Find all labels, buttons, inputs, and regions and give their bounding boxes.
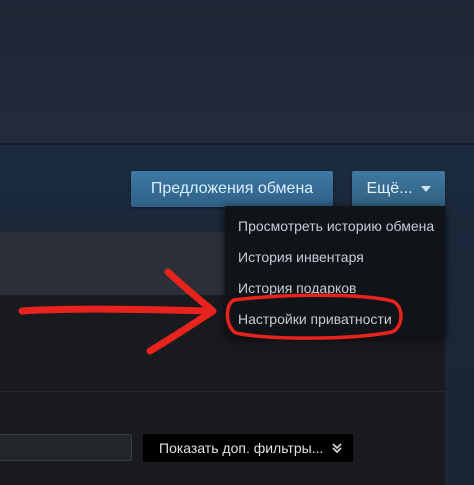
more-menu-label: Ещё... <box>366 180 413 197</box>
profile-header-band <box>0 0 474 145</box>
more-dropdown-menu: Просмотреть историю обмена История инвен… <box>225 206 445 337</box>
menu-item-label: Настройки приватности <box>238 310 392 327</box>
double-chevron-down-icon <box>331 442 343 454</box>
menu-item-trade-history[interactable]: Просмотреть историю обмена <box>225 210 445 241</box>
trade-offers-label: Предложения обмена <box>150 180 314 197</box>
menu-item-label: Просмотреть историю обмена <box>238 217 435 234</box>
menu-item-label: История подарков <box>238 279 357 296</box>
show-more-filters-button[interactable]: Показать доп. фильтры... <box>143 434 353 462</box>
more-menu-button[interactable]: Ещё... <box>352 171 445 207</box>
trade-offers-button[interactable]: Предложения обмена <box>131 171 333 207</box>
menu-item-gift-history[interactable]: История подарков <box>225 272 445 303</box>
menu-item-label: История инвентаря <box>238 248 364 265</box>
show-more-filters-label: Показать доп. фильтры... <box>159 440 324 456</box>
caret-down-icon <box>420 186 431 192</box>
panel-divider <box>0 391 445 392</box>
menu-item-privacy-settings[interactable]: Настройки приватности <box>225 303 445 334</box>
menu-item-inventory-history[interactable]: История инвентаря <box>225 241 445 272</box>
inventory-search-input[interactable] <box>0 434 132 461</box>
